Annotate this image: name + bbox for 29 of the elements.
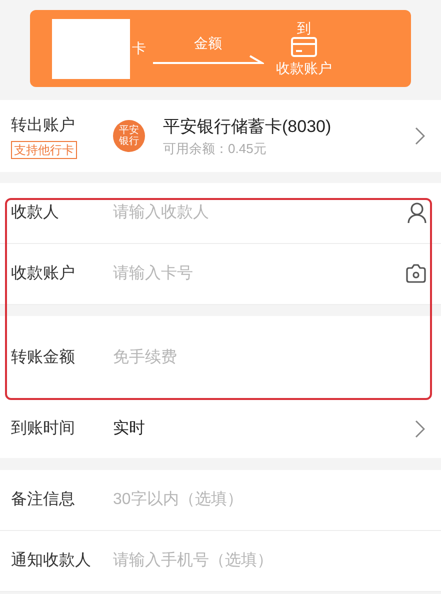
from-account-row[interactable]: 转出账户 支持他行卡 平安 银行 平安银行储蓄卡(8030) 可用余额：0.45元 bbox=[0, 100, 441, 172]
field-label: 转账金额 bbox=[11, 348, 76, 368]
input-field[interactable]: 请输入收款人 bbox=[113, 201, 407, 225]
bank-card-name: 平安银行储蓄卡(8030) bbox=[163, 116, 332, 138]
field-label: 通知收款人 bbox=[11, 550, 92, 571]
card-icon bbox=[291, 36, 317, 56]
amount-label: 金额 bbox=[194, 34, 222, 53]
input-field[interactable]: 请输入卡号 bbox=[113, 262, 405, 286]
other-bank-tag: 支持他行卡 bbox=[11, 140, 77, 158]
field-label: 收款人 bbox=[11, 203, 60, 223]
bank-logo-text: 平安 bbox=[119, 125, 139, 136]
arrival-time-label: 到账时间 bbox=[11, 418, 76, 439]
to-label: 到 bbox=[297, 18, 311, 36]
field-label: 备注信息 bbox=[11, 490, 76, 510]
chevron-right-icon bbox=[415, 127, 425, 145]
person-icon bbox=[407, 202, 427, 224]
from-card-label: 卡 bbox=[132, 39, 146, 58]
arrival-time-value: 实时 bbox=[113, 418, 146, 439]
input-field[interactable]: 免手续费 bbox=[113, 346, 427, 370]
from-account-label: 转出账户 bbox=[11, 116, 75, 136]
camera-icon[interactable] bbox=[405, 264, 427, 284]
field-label: 收款账户 bbox=[11, 264, 76, 284]
input-field[interactable]: 30字以内（选填） bbox=[113, 488, 427, 512]
arrival-time-row[interactable]: 到账时间 实时 bbox=[0, 400, 441, 458]
available-balance: 可用余额：0.45元 bbox=[163, 140, 268, 158]
bank-logo-text: 银行 bbox=[119, 136, 139, 147]
input-field[interactable]: 请输入手机号（选填） bbox=[113, 549, 427, 573]
receiving-account-label: 收款账户 bbox=[276, 58, 332, 78]
chevron-right-icon bbox=[415, 420, 425, 438]
